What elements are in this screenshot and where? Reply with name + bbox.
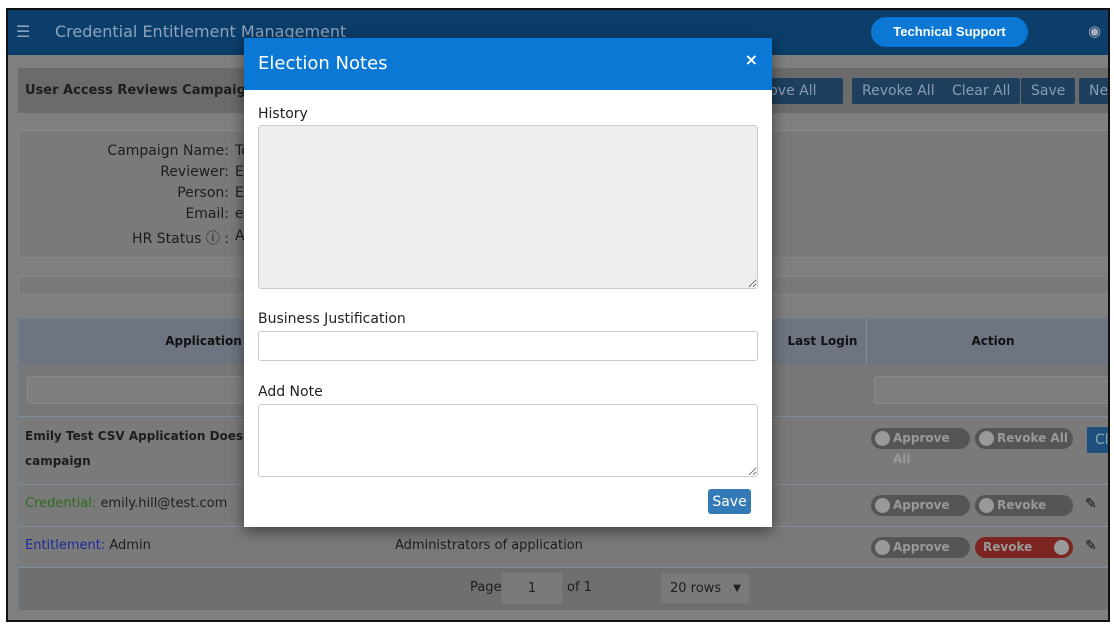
table-row: Entitlement: Admin Administrators of app… xyxy=(19,526,1108,567)
add-note-textarea[interactable] xyxy=(258,404,758,477)
group-name: Emily Test CSV Application Does rena xyxy=(25,429,278,443)
hamburger-icon[interactable]: ☰ xyxy=(16,22,30,41)
next-button[interactable]: Ne xyxy=(1079,78,1108,104)
modal-header: Election Notes xyxy=(244,38,772,90)
business-justification-input[interactable] xyxy=(258,331,758,361)
modal-title: Election Notes xyxy=(258,53,388,74)
chevron-down-icon: ▼ xyxy=(733,583,741,594)
revoke-all-button[interactable]: Revoke All xyxy=(852,78,945,104)
clear-all-button[interactable]: Clear All xyxy=(942,78,1021,104)
entitlement-label: Entitlement: xyxy=(25,538,106,553)
history-label: History xyxy=(258,106,308,122)
campaign-title: User Access Reviews Campaign xyxy=(25,83,256,98)
justification-label: Business Justification xyxy=(258,311,406,327)
clear-group-button[interactable]: Cl xyxy=(1087,427,1108,453)
campaign-name-label: Campaign Name: xyxy=(107,143,229,159)
page-count: of 1 xyxy=(567,580,592,595)
email-label: Email: xyxy=(185,206,229,222)
rows-per-page-select[interactable]: 20 rows ▼ xyxy=(661,574,749,603)
approve-toggle[interactable]: Approve xyxy=(871,495,970,516)
entitlement-description: Administrators of application xyxy=(395,538,583,553)
action-filter-input[interactable] xyxy=(874,376,1108,404)
user-circle-icon[interactable]: ◉ xyxy=(1088,22,1101,40)
revoke-toggle-active[interactable]: Revoke xyxy=(975,537,1073,558)
column-action[interactable]: Action xyxy=(867,319,1108,364)
approve-toggle[interactable]: Approve xyxy=(871,537,970,558)
approve-all-toggle[interactable]: Approve All xyxy=(871,428,970,466)
edit-note-icon[interactable]: ✎ xyxy=(1085,496,1097,512)
history-textarea[interactable] xyxy=(258,125,758,289)
entitlement-value: Admin xyxy=(109,538,151,553)
hr-status-label: HR Status ⓘ : xyxy=(19,228,229,248)
info-circle-icon[interactable]: ⓘ xyxy=(206,231,220,247)
save-button[interactable]: Save xyxy=(1021,78,1076,104)
revoke-toggle[interactable]: Revoke xyxy=(975,495,1073,516)
edit-note-icon[interactable]: ✎ xyxy=(1085,538,1097,554)
page-input[interactable]: 1 xyxy=(502,573,562,604)
hr-status-text: HR Status xyxy=(132,231,202,247)
credential-label: Credential: xyxy=(25,496,97,511)
pagination: Page 1 of 1 20 rows ▼ xyxy=(19,567,1108,610)
hr-status-colon: : xyxy=(224,231,229,247)
group-name-cont: campaign xyxy=(25,454,91,468)
credential-value: emily.hill@test.com xyxy=(100,496,228,511)
person-label: Person: xyxy=(177,185,229,201)
column-last-login[interactable]: Last Login xyxy=(779,319,867,364)
reviewer-label: Reviewer: xyxy=(160,164,229,180)
page-label: Page xyxy=(470,580,502,595)
modal-save-button[interactable]: Save xyxy=(708,489,751,514)
technical-support-button[interactable]: Technical Support xyxy=(871,17,1028,47)
add-note-label: Add Note xyxy=(258,384,323,400)
election-notes-modal: Election Notes × History Business Justif… xyxy=(244,38,772,527)
revoke-all-toggle[interactable]: Revoke All xyxy=(975,428,1073,449)
close-icon[interactable]: × xyxy=(745,50,758,69)
